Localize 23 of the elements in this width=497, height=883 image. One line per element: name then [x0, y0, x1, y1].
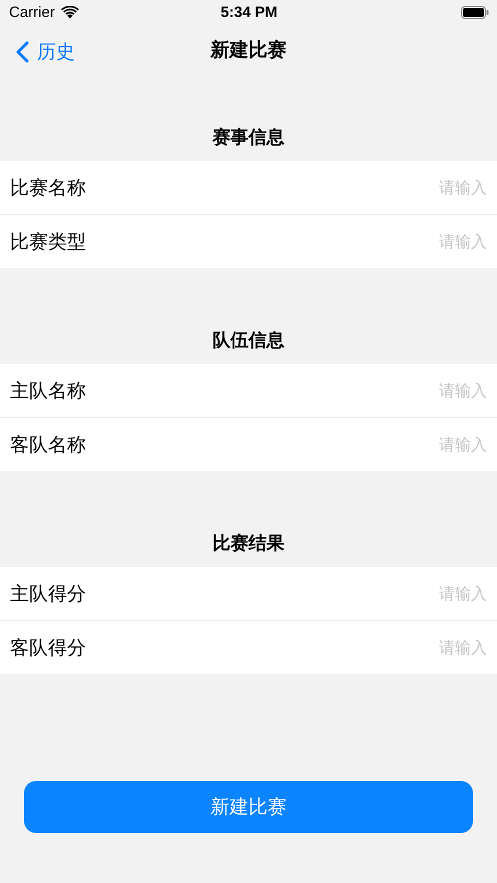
input-field[interactable]: 请输入	[86, 174, 487, 201]
battery-icon	[460, 6, 489, 19]
section-header: 队伍信息	[212, 329, 284, 352]
create-match-button[interactable]: 新建比赛	[24, 781, 473, 833]
status-time: 5:34 PM	[220, 4, 278, 21]
nav-title: 新建比赛	[210, 38, 286, 63]
input-field[interactable]: 请输入	[86, 377, 487, 404]
carrier-label: Carrier	[9, 4, 55, 21]
section-header: 比赛结果	[212, 532, 284, 555]
section-header: 赛事信息	[212, 126, 284, 149]
field-label: 比赛名称	[10, 176, 86, 200]
input-field[interactable]: 请输入	[86, 580, 487, 607]
field-label: 主队得分	[10, 582, 86, 606]
wifi-icon	[60, 6, 79, 19]
input-field[interactable]: 请输入	[86, 431, 487, 458]
input-field[interactable]: 请输入	[86, 634, 487, 661]
field-label: 客队名称	[10, 432, 86, 458]
field-label: 客队得分	[10, 636, 86, 660]
input-field[interactable]: 请输入	[86, 228, 487, 255]
field-label: 比赛类型	[10, 230, 86, 254]
field-label: 主队名称	[10, 378, 86, 404]
back-icon	[16, 41, 29, 63]
back-button[interactable]: 历史	[12, 37, 79, 67]
